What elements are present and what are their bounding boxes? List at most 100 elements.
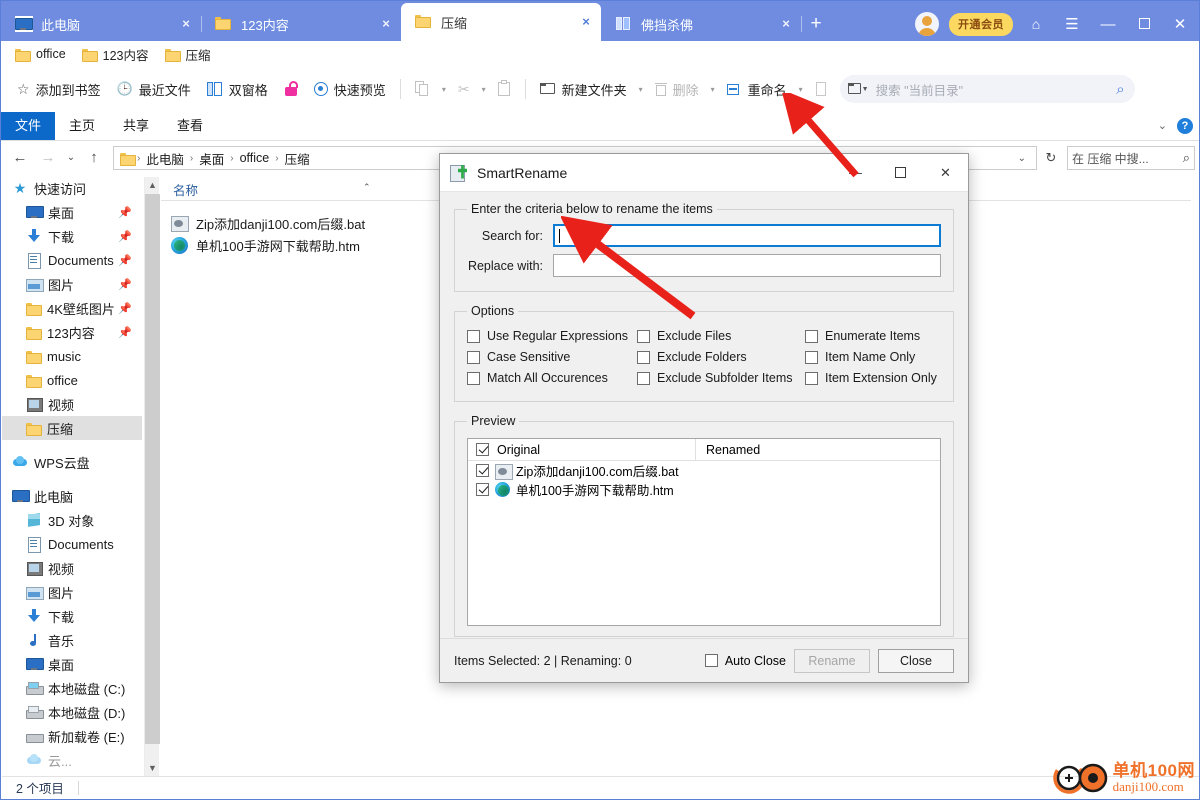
help-icon[interactable]: ? xyxy=(1177,117,1193,134)
sidebar-item-pc-desktop[interactable]: 桌面 xyxy=(2,652,142,676)
checkbox[interactable] xyxy=(467,371,480,385)
breadcrumb-item-compressed[interactable]: 压缩 xyxy=(281,149,314,168)
file-row-htm[interactable]: 单机100手游网下载帮助.htm xyxy=(171,235,360,255)
bookmark-compressed[interactable]: 压缩 xyxy=(164,45,211,64)
new-folder-dropdown-caret[interactable]: ▾ xyxy=(635,85,647,94)
checkbox[interactable] xyxy=(467,329,480,343)
explorer-search-input[interactable]: 在 压缩 中搜... ⌕ xyxy=(1067,146,1195,170)
rename-button[interactable]: 重命名 xyxy=(719,75,795,103)
sidebar-item-desktop[interactable]: 桌面 📌 xyxy=(2,200,142,224)
search-icon[interactable]: ⌕ xyxy=(1116,81,1124,98)
option-exclude-folders[interactable]: Exclude Folders xyxy=(637,347,805,367)
sidebar-item-downloads[interactable]: 下载 📌 xyxy=(2,224,142,248)
breadcrumb-item-desktop[interactable]: 桌面 xyxy=(195,149,228,168)
search-box[interactable]: ▼ 搜索 "当前目录" ⌕ xyxy=(839,75,1135,103)
preview-column-renamed[interactable]: Renamed xyxy=(696,443,760,457)
tab-close-icon[interactable]: × xyxy=(777,15,795,33)
scroll-up-arrow[interactable]: ▲ xyxy=(145,177,160,194)
option-use-regular-expressions[interactable]: Use Regular Expressions xyxy=(467,326,637,346)
new-tab-button[interactable]: + xyxy=(801,7,831,41)
chevron-down-icon[interactable]: ⌄ xyxy=(1158,119,1167,132)
delete-dropdown-caret[interactable]: ▾ xyxy=(707,85,719,94)
history-dropdown-icon[interactable]: ⌄ xyxy=(63,145,79,171)
sidebar-item-music-folder[interactable]: music xyxy=(2,344,142,368)
search-input[interactable]: 搜索 "当前目录" xyxy=(876,80,1109,99)
new-folder-button[interactable]: 新建文件夹 xyxy=(532,75,635,103)
sidebar-item-videos[interactable]: 视频 xyxy=(2,392,142,416)
option-item-name-only[interactable]: Item Name Only xyxy=(805,347,941,367)
sidebar-group-quick-access[interactable]: ★ 快速访问 xyxy=(2,176,142,200)
back-button[interactable]: ← xyxy=(7,145,33,171)
tab-close-icon[interactable]: × xyxy=(377,15,395,33)
option-exclude-files[interactable]: Exclude Files xyxy=(637,326,805,346)
checkbox[interactable] xyxy=(637,350,650,364)
sidebar-item-drive-d[interactable]: 本地磁盘 (D:) xyxy=(2,700,142,724)
breadcrumb-item-this-pc[interactable]: 此电脑 xyxy=(142,149,188,168)
up-button[interactable]: ↑ xyxy=(81,145,107,171)
auto-close-checkbox[interactable] xyxy=(704,654,718,667)
minimize-button[interactable]: — xyxy=(1095,16,1121,33)
preview-list[interactable]: Original Renamed Zip添加danji100.com后缀.bat xyxy=(467,438,941,626)
folder-dropdown-icon[interactable]: ▼ xyxy=(847,82,869,96)
preview-row[interactable]: Zip添加danji100.com后缀.bat xyxy=(468,461,940,480)
sidebar-item-pc-documents[interactable]: Documents xyxy=(2,532,142,556)
bookmark-123content[interactable]: 123内容 xyxy=(81,45,149,64)
tab-this-pc[interactable]: 此电脑 × xyxy=(1,7,202,41)
preview-row[interactable]: 单机100手游网下载帮助.htm xyxy=(468,480,940,499)
sidebar-item-pc-videos[interactable]: 视频 xyxy=(2,556,142,580)
sidebar-item-pc-downloads[interactable]: 下载 xyxy=(2,604,142,628)
menu-icon[interactable]: ☰ xyxy=(1059,15,1085,33)
sidebar-item-123content[interactable]: 123内容 📌 xyxy=(2,320,142,344)
option-item-extension-only[interactable]: Item Extension Only xyxy=(805,368,941,388)
sidebar-group-wps-cloud[interactable]: WPS云盘 xyxy=(2,450,142,474)
navigation-sidebar[interactable]: ★ 快速访问 桌面 📌 下载 📌 Documents 📌 图片 📌 4K壁纸图片… xyxy=(2,176,142,777)
column-name-header[interactable]: 名称 xyxy=(161,180,198,199)
pin-icon[interactable]: 📌 xyxy=(118,206,132,219)
skin-icon[interactable]: ⌂ xyxy=(1023,16,1049,32)
tab-compressed[interactable]: 压缩 × xyxy=(401,3,601,41)
bookmark-office[interactable]: office xyxy=(15,47,66,62)
pin-icon[interactable]: 📌 xyxy=(118,278,132,291)
rename-confirm-button[interactable]: Rename xyxy=(794,648,870,673)
breadcrumb-item-office[interactable]: office xyxy=(236,151,274,165)
sidebar-item-drive-e[interactable]: 新加载卷 (E:) xyxy=(2,724,142,748)
paste-button[interactable] xyxy=(490,75,519,103)
recent-files-button[interactable]: 🕒 最近文件 xyxy=(109,75,199,103)
refresh-button[interactable]: ↻ xyxy=(1039,150,1063,166)
dialog-close-action-button[interactable]: Close xyxy=(878,648,954,673)
file-row-bat[interactable]: Zip添加danji100.com后缀.bat xyxy=(171,213,365,233)
option-exclude-subfolder-items[interactable]: Exclude Subfolder Items xyxy=(637,368,805,388)
checkbox[interactable] xyxy=(637,329,650,343)
sidebar-item-4k-wallpaper[interactable]: 4K壁纸图片 📌 xyxy=(2,296,142,320)
checkbox[interactable] xyxy=(805,371,818,385)
sidebar-item-office[interactable]: office xyxy=(2,368,142,392)
pin-icon[interactable]: 📌 xyxy=(118,326,132,339)
tab-home[interactable]: 主页 xyxy=(55,112,109,140)
option-match-all-occurences[interactable]: Match All Occurences xyxy=(467,368,637,388)
tab-fodangshafo[interactable]: 佛挡杀佛 × xyxy=(601,7,802,41)
sidebar-group-this-pc[interactable]: 此电脑 xyxy=(2,484,142,508)
sidebar-scrollbar[interactable]: ▲ ▼ xyxy=(144,177,160,777)
tab-123content[interactable]: 123内容 × xyxy=(201,7,402,41)
address-dropdown-icon[interactable]: ⌄ xyxy=(1012,153,1032,164)
close-button[interactable]: ✕ xyxy=(1167,15,1193,33)
sidebar-item-pictures[interactable]: 图片 📌 xyxy=(2,272,142,296)
scroll-down-arrow[interactable]: ▼ xyxy=(145,760,160,777)
dialog-close-button[interactable]: ✕ xyxy=(923,154,968,191)
tab-close-icon[interactable]: × xyxy=(577,13,595,31)
sidebar-item-partial[interactable]: 云... xyxy=(2,748,142,772)
copy-dropdown-caret[interactable]: ▾ xyxy=(438,85,450,94)
cut-button[interactable]: ✂ xyxy=(450,75,478,103)
select-all-checkbox[interactable] xyxy=(476,443,489,456)
checkbox[interactable] xyxy=(805,350,818,364)
tab-share[interactable]: 共享 xyxy=(109,112,163,140)
auto-close-option[interactable]: Auto Close xyxy=(704,654,786,668)
quick-preview-button[interactable]: 快速预览 xyxy=(306,75,394,103)
maximize-button[interactable] xyxy=(1131,16,1157,33)
pin-icon[interactable]: 📌 xyxy=(118,302,132,315)
sidebar-item-3d-objects[interactable]: 3D 对象 xyxy=(2,508,142,532)
dialog-maximize-button[interactable] xyxy=(878,154,923,191)
add-bookmark-button[interactable]: ☆ 添加到书签 xyxy=(9,75,109,103)
forward-button[interactable]: → xyxy=(35,145,61,171)
delete-button[interactable]: 删除 xyxy=(647,75,707,103)
